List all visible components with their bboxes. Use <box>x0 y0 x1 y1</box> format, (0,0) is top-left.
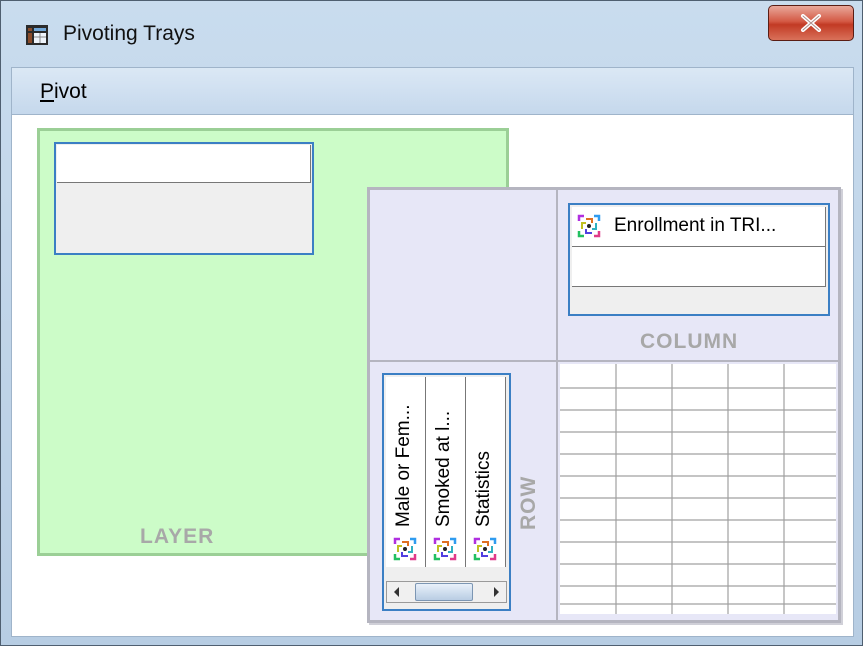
row-item-smoked[interactable]: Smoked at l... <box>426 377 466 567</box>
variable-icon <box>393 537 417 561</box>
column-item-enrollment[interactable]: Enrollment in TRI... <box>572 207 826 247</box>
variable-icon <box>577 214 601 238</box>
title-bar[interactable]: Pivoting Trays <box>1 1 862 63</box>
app-icon <box>26 25 48 45</box>
pivoting-trays-window: Pivoting Trays Pivot LAYER Enrollment in… <box>0 0 863 646</box>
column-list[interactable]: Enrollment in TRI... <box>568 203 830 316</box>
divider-vertical <box>556 190 558 620</box>
row-item-label: Smoked at l... <box>433 410 454 527</box>
row-item-statistics[interactable]: Statistics <box>466 377 506 567</box>
cell-grid <box>560 364 836 614</box>
column-item-label: Enrollment in TRI... <box>614 215 777 236</box>
menu-pivot-label: ivot <box>54 80 87 103</box>
row-label: ROW <box>517 475 540 530</box>
pivot-panel: Enrollment in TRI... COLUMN Male or Fem.… <box>367 187 841 623</box>
close-button[interactable] <box>768 5 854 41</box>
close-icon <box>801 14 821 32</box>
column-label: COLUMN <box>640 330 739 353</box>
divider-horizontal <box>370 360 838 362</box>
menu-bar: Pivot <box>11 67 854 115</box>
layer-list[interactable] <box>54 142 314 255</box>
scroll-left-button[interactable] <box>387 582 407 602</box>
variable-icon <box>473 537 497 561</box>
window-title: Pivoting Trays <box>63 22 195 45</box>
row-item-label: Statistics <box>473 450 494 527</box>
arrow-left-icon <box>394 587 399 597</box>
column-list-empty-row <box>572 247 826 287</box>
menu-pivot[interactable]: Pivot <box>40 80 87 104</box>
scroll-right-button[interactable] <box>486 582 506 602</box>
variable-icon <box>433 537 457 561</box>
scroll-thumb[interactable] <box>415 583 473 601</box>
row-item-male-or-female[interactable]: Male or Fem... <box>386 377 426 567</box>
row-list-scrollbar[interactable] <box>386 581 507 603</box>
arrow-right-icon <box>494 587 499 597</box>
layer-label: LAYER <box>140 525 215 548</box>
row-item-label: Male or Fem... <box>393 404 414 527</box>
layer-list-empty-row <box>57 145 311 183</box>
menu-pivot-mnemonic: P <box>40 80 55 103</box>
row-list[interactable]: Male or Fem... Smoked at l... Statistics <box>382 373 511 611</box>
